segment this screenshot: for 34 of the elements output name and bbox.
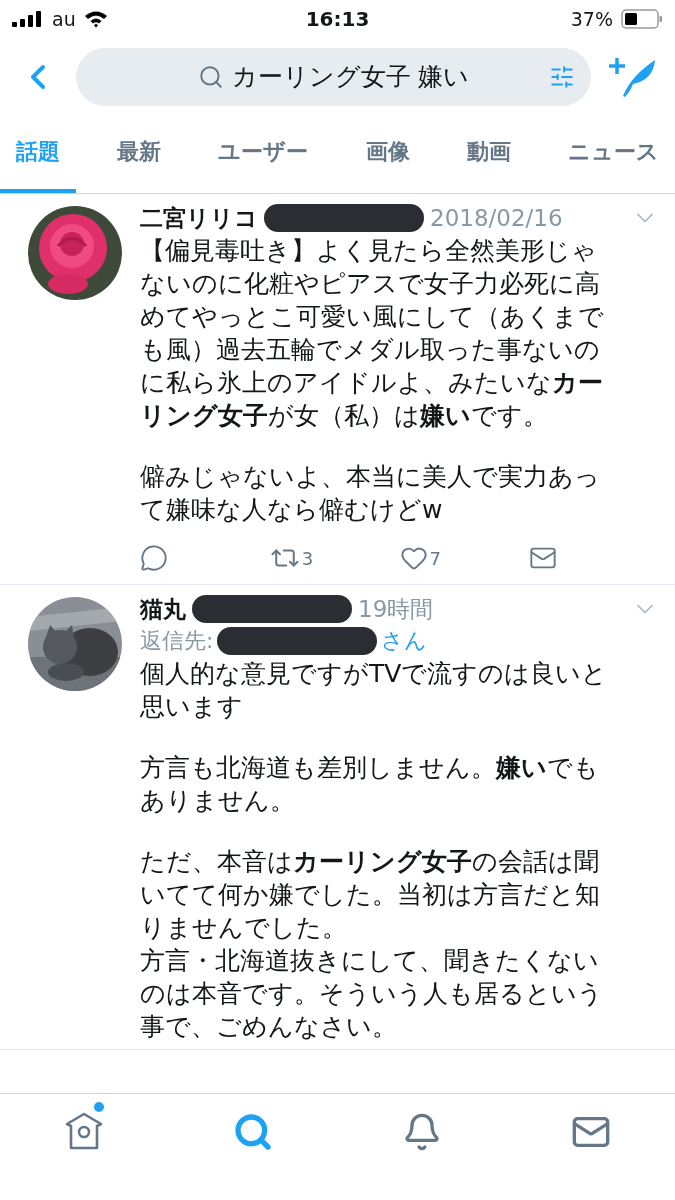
home-icon: [64, 1112, 105, 1150]
reply-to-link[interactable]: さん: [381, 626, 428, 656]
retweet-button[interactable]: 3: [269, 543, 400, 573]
clock: 16:13: [305, 7, 370, 31]
user-name[interactable]: 猫丸: [140, 593, 186, 625]
like-button[interactable]: 7: [399, 544, 530, 572]
tweet-text: 個人的な意見ですがTVで流すのは良いと思います: [140, 658, 608, 723]
tweet-time: 2018/02/16: [430, 205, 563, 231]
tweet-text: 方言も北海道も差別しません。嫌いでもありません。: [140, 752, 600, 817]
tweet-text: 方言・北海道抜きにして、聞きたくないのは本音です。そういう人も居るという事で、ごめんなさい。: [140, 945, 604, 1043]
reply-icon: [140, 544, 168, 572]
search-icon: [197, 63, 224, 90]
compose-icon[interactable]: [609, 55, 657, 98]
filter-icon[interactable]: [549, 63, 575, 90]
reply-to-label: 返信先:: [140, 627, 214, 655]
battery-percent: 37%: [570, 8, 613, 30]
search-query: カーリング女子 嫌い: [231, 61, 470, 93]
tweet-text: 【偏見毒吐き】よく見たら全然美形じゃないのに化粧やピアスで女子力必死に高めてやっとこ可愛い風にして（あくまでも風）過去五輪でメダル取った事ないのに私ら氷上のアイドルよ、みたいなカーリング女子が女（私）は嫌いです。: [140, 235, 605, 432]
wifi-icon: [83, 10, 108, 28]
tab[interactable]: 動画: [450, 115, 527, 193]
battery-icon: [621, 9, 663, 29]
tweet-text: ただ、本音はカーリング女子の会話は聞いてて何か嫌でした。当初は方言だと知りませんでした。: [140, 846, 601, 944]
tab[interactable]: ニュース: [551, 115, 675, 193]
tab[interactable]: 画像: [349, 115, 426, 193]
search-field[interactable]: カーリング女子 嫌い: [76, 47, 591, 106]
signal-icon: [12, 11, 44, 27]
tweet-time: 19時間: [358, 594, 434, 624]
tweet-text: 僻みじゃないよ、本当に美人で実力あって嫌味な人なら僻むけどw: [140, 461, 601, 526]
user-name[interactable]: 二宮リリコ: [140, 202, 258, 234]
tab[interactable]: ユーザー: [202, 115, 325, 193]
tab[interactable]: 話題: [0, 115, 76, 193]
carrier-name: au: [52, 8, 76, 30]
tab[interactable]: 最新: [101, 115, 178, 193]
search-icon: [233, 1112, 274, 1152]
